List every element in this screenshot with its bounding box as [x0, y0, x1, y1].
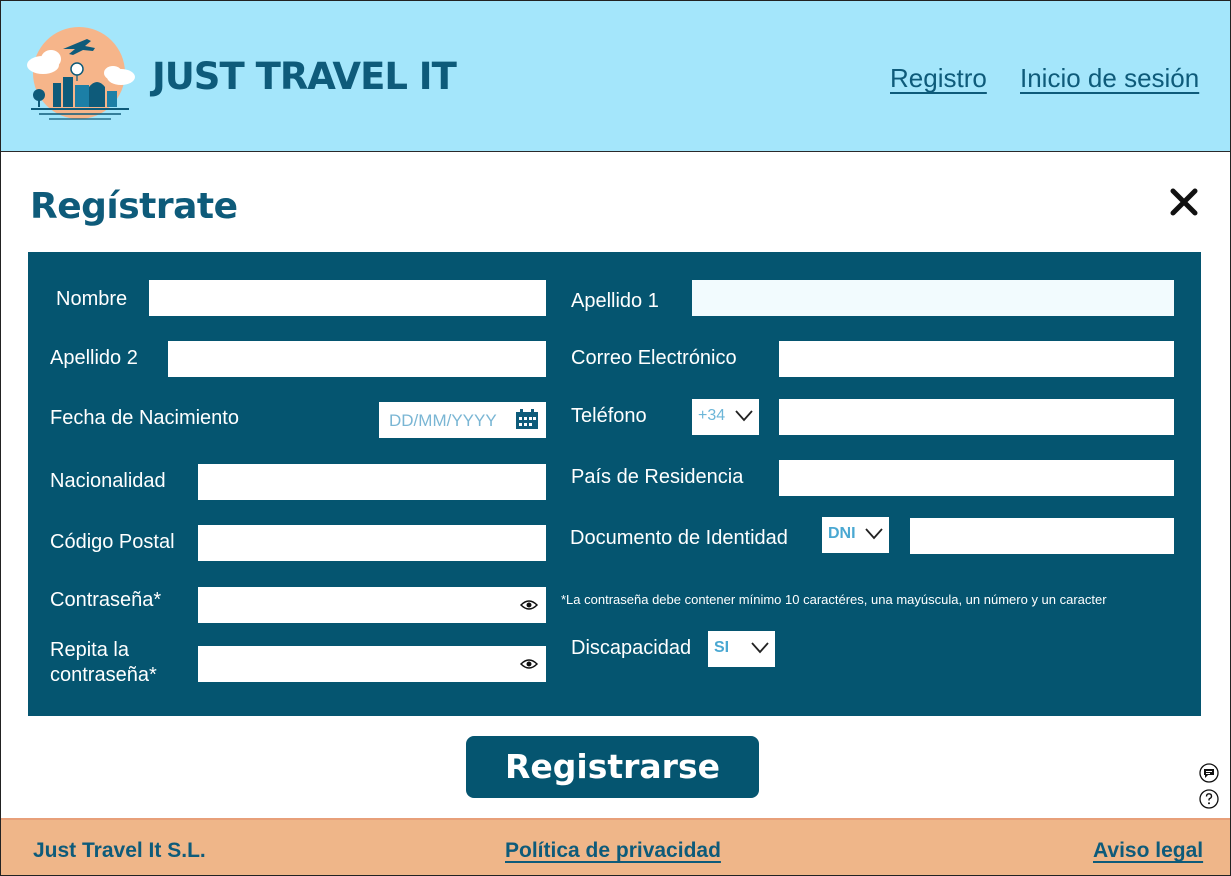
correo-input[interactable]	[779, 341, 1174, 377]
apellido2-label: Apellido 2	[50, 347, 138, 369]
pais-input[interactable]	[779, 460, 1174, 496]
repita-label-line2: contraseña*	[50, 664, 157, 686]
footer-company: Just Travel It S.L.	[33, 839, 206, 862]
pais-label: País de Residencia	[571, 466, 744, 488]
help-icon[interactable]	[1199, 789, 1219, 809]
documento-input[interactable]	[910, 518, 1174, 554]
chevron-down-icon	[865, 528, 883, 540]
discapacidad-label: Discapacidad	[571, 637, 692, 659]
contrasena-note: *La contraseña debe contener mínimo 10 c…	[561, 592, 1107, 607]
fecha-label: Fecha de Nacimiento	[50, 407, 239, 429]
fecha-placeholder: DD/MM/YYYY	[389, 411, 497, 430]
footer: Just Travel It S.L. Política de privacid…	[1, 818, 1230, 875]
brand-name: JUST TRAVEL IT	[152, 55, 457, 98]
calendar-icon[interactable]	[516, 409, 538, 429]
header: JUST TRAVEL IT Registro Inicio de sesión	[1, 1, 1230, 152]
codigo-postal-input[interactable]	[198, 525, 546, 561]
chevron-down-icon	[735, 410, 753, 422]
register-button[interactable]: Registrarse	[466, 736, 759, 798]
telefono-prefix-select[interactable]: +34	[692, 399, 759, 435]
nav-register-link[interactable]: Registro	[890, 63, 987, 94]
nacionalidad-label: Nacionalidad	[50, 470, 166, 492]
contrasena-label: Contraseña*	[50, 589, 162, 611]
eye-icon[interactable]	[520, 599, 538, 611]
apellido1-input[interactable]	[692, 280, 1174, 316]
apellido1-label: Apellido 1	[571, 290, 659, 312]
repita-contrasena-input[interactable]	[198, 646, 546, 682]
nombre-input[interactable]	[149, 280, 546, 316]
logo-icon	[25, 21, 137, 129]
documento-type-value: DNI	[828, 525, 856, 542]
chat-icon[interactable]	[1199, 763, 1219, 783]
discapacidad-select[interactable]: SI	[708, 631, 775, 667]
telefono-label: Teléfono	[571, 405, 647, 427]
correo-label: Correo Electrónico	[571, 347, 737, 369]
telefono-prefix-value: +34	[698, 407, 726, 424]
legal-notice-link[interactable]: Aviso legal	[1093, 839, 1203, 863]
page-title: Regístrate	[30, 186, 238, 227]
nombre-label: Nombre	[56, 288, 128, 310]
documento-label: Documento de Identidad	[570, 527, 788, 549]
discapacidad-value: SI	[714, 639, 730, 656]
documento-type-select[interactable]: DNI	[822, 517, 889, 553]
telefono-input[interactable]	[779, 399, 1174, 435]
privacy-policy-link[interactable]: Política de privacidad	[505, 839, 721, 863]
app-frame: JUST TRAVEL IT Registro Inicio de sesión…	[0, 0, 1231, 876]
registration-form: Nombre Apellido 1 Apellido 2 Correo Elec…	[28, 252, 1201, 716]
contrasena-input[interactable]	[198, 587, 546, 623]
fecha-input[interactable]: DD/MM/YYYY	[379, 402, 546, 438]
nacionalidad-input[interactable]	[198, 464, 546, 500]
nav-login-link[interactable]: Inicio de sesión	[1020, 63, 1199, 94]
codigo-postal-label: Código Postal	[50, 531, 175, 553]
close-icon[interactable]	[1168, 186, 1200, 218]
repita-label-line1: Repita la	[50, 639, 129, 661]
chevron-down-icon	[751, 642, 769, 654]
eye-icon[interactable]	[520, 658, 538, 670]
apellido2-input[interactable]	[168, 341, 546, 377]
